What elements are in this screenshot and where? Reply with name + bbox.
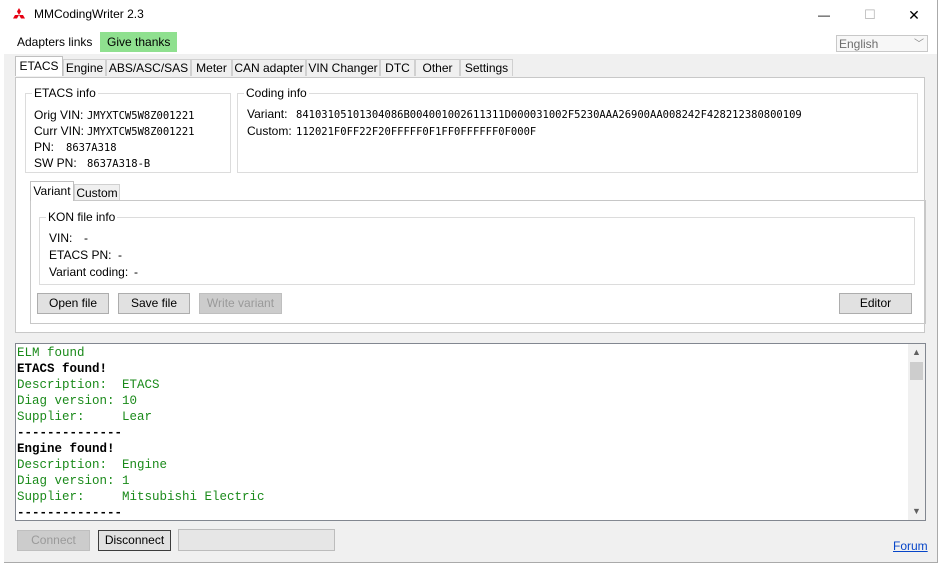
pn-label: PN:: [34, 140, 55, 154]
log-lines: ELM found ETACS found! Description: ETACS D…: [17, 345, 907, 520]
log-line: ETACS found!: [17, 362, 108, 376]
log-scrollbar[interactable]: ▲ ▼: [908, 344, 925, 520]
connection-progress-bar: [178, 529, 335, 551]
scroll-thumb[interactable]: [910, 362, 923, 380]
minimize-icon: —: [818, 8, 830, 22]
language-selected: English: [839, 37, 879, 51]
kon-etacs-pn-value: -: [118, 248, 122, 262]
etacs-info-group: ETACS info Orig VIN: JMYXTCW5W8Z001221 C…: [25, 86, 231, 173]
kon-etacs-pn-label: ETACS PN:: [49, 248, 112, 262]
scroll-down-icon[interactable]: ▼: [908, 503, 925, 520]
tab-vin-changer[interactable]: VIN Changer: [306, 59, 380, 76]
open-file-button[interactable]: Open file: [37, 293, 109, 314]
close-button[interactable]: ✕: [891, 0, 937, 30]
variant-label: Variant:: [247, 107, 288, 121]
connect-button[interactable]: Connect: [17, 530, 90, 551]
log-line: --------------: [17, 426, 123, 440]
close-icon: ✕: [908, 6, 920, 23]
window-title: MMCodingWriter 2.3: [34, 7, 144, 21]
language-select[interactable]: English ﹀: [836, 35, 928, 52]
curr-vin-label: Curr VIN:: [34, 124, 85, 138]
chevron-down-icon: ﹀: [914, 39, 924, 50]
forum-link[interactable]: Forum: [893, 539, 928, 553]
log-line: Supplier: Lear: [17, 410, 153, 424]
orig-vin-label: Orig VIN:: [34, 108, 84, 122]
scroll-up-icon[interactable]: ▲: [908, 344, 925, 361]
title-bar[interactable]: MMCodingWriter 2.3 — ☐ ✕: [4, 0, 937, 30]
tab-dtc[interactable]: DTC: [380, 59, 415, 76]
sw-pn-label: SW PN:: [34, 156, 77, 170]
log-console[interactable]: ELM found ETACS found! Description: ETACS D…: [15, 343, 926, 521]
etacs-info-title: ETACS info: [32, 86, 98, 100]
tab-settings[interactable]: Settings: [460, 59, 513, 76]
log-line: Description: ETACS: [17, 378, 160, 392]
kon-file-info-title: KON file info: [46, 210, 118, 224]
coding-info-group: Coding info Variant: 84103105101304086B0…: [237, 86, 918, 173]
tab-engine[interactable]: Engine: [63, 59, 106, 76]
etacs-tab-panel: ETACS info Orig VIN: JMYXTCW5W8Z001221 C…: [15, 77, 926, 333]
maximize-button[interactable]: ☐: [847, 0, 893, 30]
kon-file-info-group: KON file info VIN: - ETACS PN: - Variant…: [39, 210, 915, 285]
pn-value: 8637A318: [66, 142, 117, 154]
minimize-button[interactable]: —: [801, 0, 847, 30]
log-line: Diag version: 10: [17, 394, 138, 408]
tab-etacs[interactable]: ETACS: [15, 56, 63, 76]
tab-abs-asc-sas[interactable]: ABS/ASC/SAS: [106, 59, 191, 76]
write-variant-button[interactable]: Write variant: [199, 293, 282, 314]
log-line: Description: Engine: [17, 458, 168, 472]
log-line: Engine found!: [17, 442, 115, 456]
main-window: MMCodingWriter 2.3 — ☐ ✕ Adapters links …: [4, 0, 938, 563]
kon-vin-value: -: [84, 231, 88, 245]
kon-vin-label: VIN:: [49, 231, 73, 245]
menu-bar: Adapters links Give thanks: [4, 30, 937, 54]
menu-adapters-links[interactable]: Adapters links: [10, 32, 99, 52]
variant-coding-value[interactable]: 84103105101304086B004001002611311D000031…: [296, 109, 802, 121]
curr-vin-value: JMYXTCW5W8Z001221: [87, 126, 195, 138]
custom-label: Custom:: [247, 124, 292, 138]
log-line: --------------: [17, 506, 123, 520]
tab-meter[interactable]: Meter: [191, 59, 232, 76]
menu-give-thanks[interactable]: Give thanks: [100, 32, 178, 52]
tab-can-adapter[interactable]: CAN adapter: [232, 59, 306, 76]
custom-coding-value[interactable]: 112021F0FF22F20FFFFF0F1FF0FFFFFF0F000F: [296, 126, 536, 138]
editor-button[interactable]: Editor: [839, 293, 912, 314]
orig-vin-value: JMYXTCW5W8Z001221: [87, 110, 195, 122]
disconnect-button[interactable]: Disconnect: [98, 530, 171, 551]
save-file-button[interactable]: Save file: [118, 293, 190, 314]
log-line: Diag version: 1: [17, 474, 130, 488]
sw-pn-value: 8637A318-B: [87, 158, 151, 170]
subtab-custom[interactable]: Custom: [74, 184, 120, 201]
log-line: ELM found: [17, 346, 85, 360]
variant-subtab-panel: KON file info VIN: - ETACS PN: - Variant…: [30, 200, 926, 324]
coding-info-title: Coding info: [244, 86, 309, 100]
kon-variant-coding-label: Variant coding:: [49, 265, 129, 279]
log-line: Supplier: Mitsubishi Electric: [17, 490, 265, 504]
kon-variant-coding-value: -: [134, 265, 138, 279]
mitsubishi-logo-icon: [13, 8, 25, 19]
maximize-icon: ☐: [864, 7, 876, 22]
tab-other[interactable]: Other: [415, 59, 460, 76]
subtab-variant[interactable]: Variant: [30, 181, 74, 201]
